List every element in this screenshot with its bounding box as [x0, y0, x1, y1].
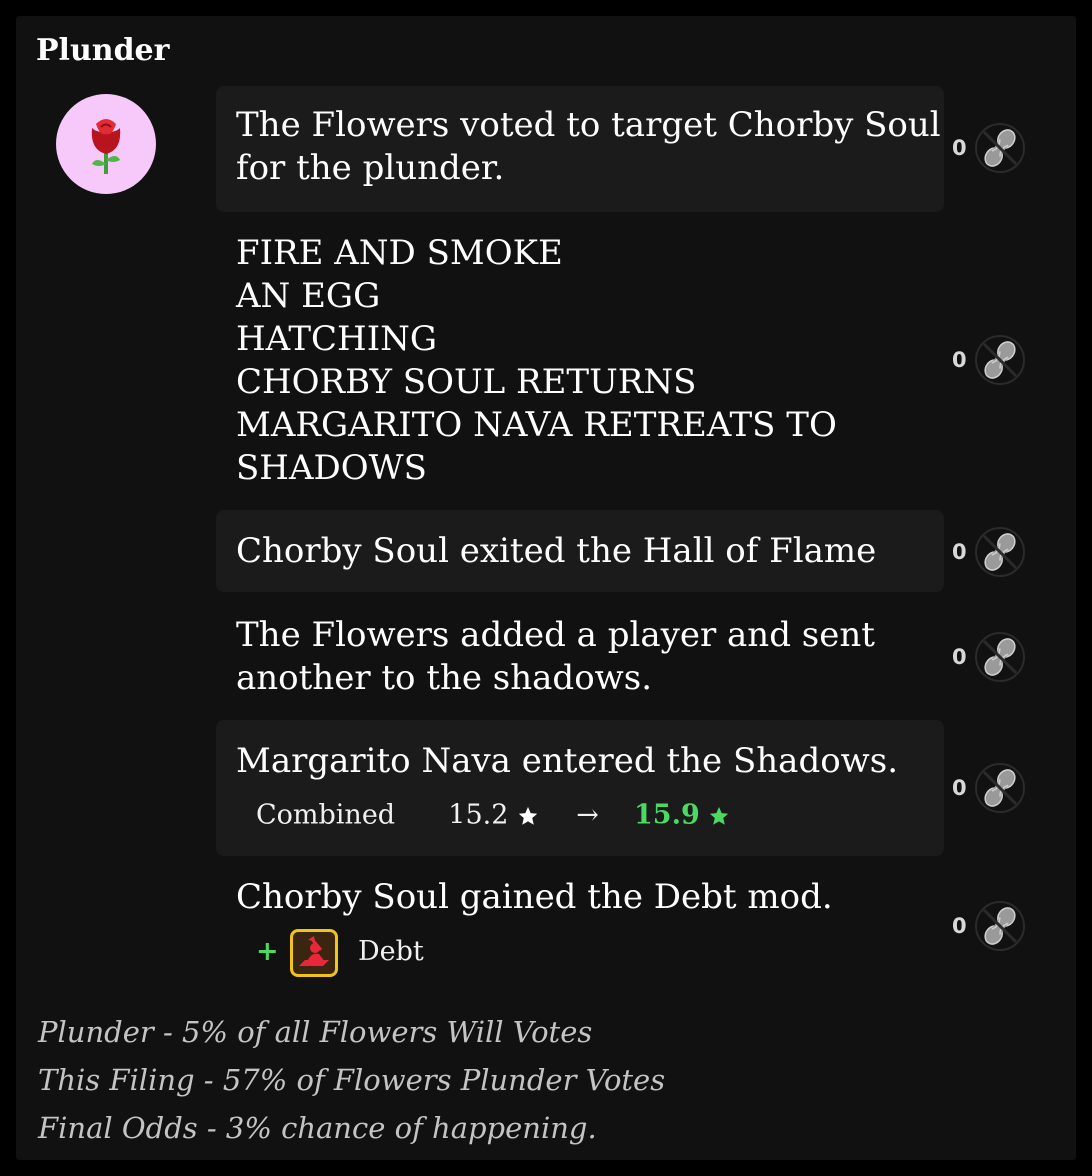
peanut-upvote-icon[interactable] [974, 762, 1026, 814]
plunder-panel: Plunder The Flowers voted to target Chor… [16, 16, 1076, 1160]
team-avatar[interactable] [56, 94, 156, 194]
stat-change-row: Combined 15.2 → 15.9 [256, 799, 730, 832]
event-hall-exit: Chorby Soul exited the Hall of Flame [216, 510, 944, 592]
event-target-vote: The Flowers voted to target Chorby Soul … [216, 86, 944, 212]
event-text: The Flowers added a player and sent anot… [236, 615, 875, 698]
footer-plunder-votes: Plunder - 5% of all Flowers Will Votes [38, 1015, 593, 1049]
peanut-upvote-icon[interactable] [974, 122, 1026, 174]
event-text: FIRE AND SMOKE AN EGG HATCHING CHORBY SO… [236, 233, 837, 488]
footer-filing-votes: This Filing - 57% of Flowers Plunder Vot… [38, 1063, 666, 1097]
vote-control[interactable]: 0 [952, 120, 1042, 176]
vote-count: 0 [952, 914, 967, 938]
stat-new-value: 15.9 [634, 799, 700, 831]
peanut-upvote-icon[interactable] [974, 334, 1026, 386]
event-text: The Flowers voted to target Chorby Soul … [236, 105, 941, 188]
mod-sign: + [256, 936, 279, 967]
vote-control[interactable]: 0 [952, 332, 1042, 388]
mod-name: Debt [358, 936, 424, 967]
event-player-swap: The Flowers added a player and sent anot… [216, 610, 944, 720]
vote-control[interactable]: 0 [952, 524, 1042, 580]
vote-control[interactable]: 0 [952, 629, 1042, 685]
mod-row: + Debt [256, 929, 656, 977]
event-entered-shadows: Margarito Nava entered the Shadows. Comb… [216, 720, 944, 856]
stat-label: Combined [256, 799, 396, 831]
vote-control[interactable]: 0 [952, 760, 1042, 816]
event-hatching-message: FIRE AND SMOKE AN EGG HATCHING CHORBY SO… [216, 230, 944, 492]
event-gained-mod: Chorby Soul gained the Debt mod. + Debt [216, 856, 944, 988]
star-icon [710, 806, 729, 825]
peanut-upvote-icon[interactable] [974, 631, 1026, 683]
vote-count: 0 [952, 776, 967, 800]
event-text: Chorby Soul gained the Debt mod. [236, 877, 833, 917]
peanut-upvote-icon[interactable] [974, 526, 1026, 578]
stat-old-value: 15.2 [448, 799, 509, 831]
vote-count: 0 [952, 348, 967, 372]
footer-final-odds: Final Odds - 3% chance of happening. [38, 1111, 597, 1145]
rose-icon [91, 119, 121, 174]
vote-count: 0 [952, 540, 967, 564]
debt-icon[interactable] [290, 929, 338, 977]
stat-arrow: → [576, 799, 599, 831]
vote-count: 0 [952, 136, 967, 160]
panel-title: Plunder [36, 33, 170, 68]
event-text: Chorby Soul exited the Hall of Flame [236, 531, 877, 571]
vote-count: 0 [952, 645, 967, 669]
peanut-upvote-icon[interactable] [974, 900, 1026, 952]
star-icon [518, 806, 538, 825]
vote-control[interactable]: 0 [952, 898, 1042, 954]
event-text: Margarito Nava entered the Shadows. [236, 741, 899, 781]
